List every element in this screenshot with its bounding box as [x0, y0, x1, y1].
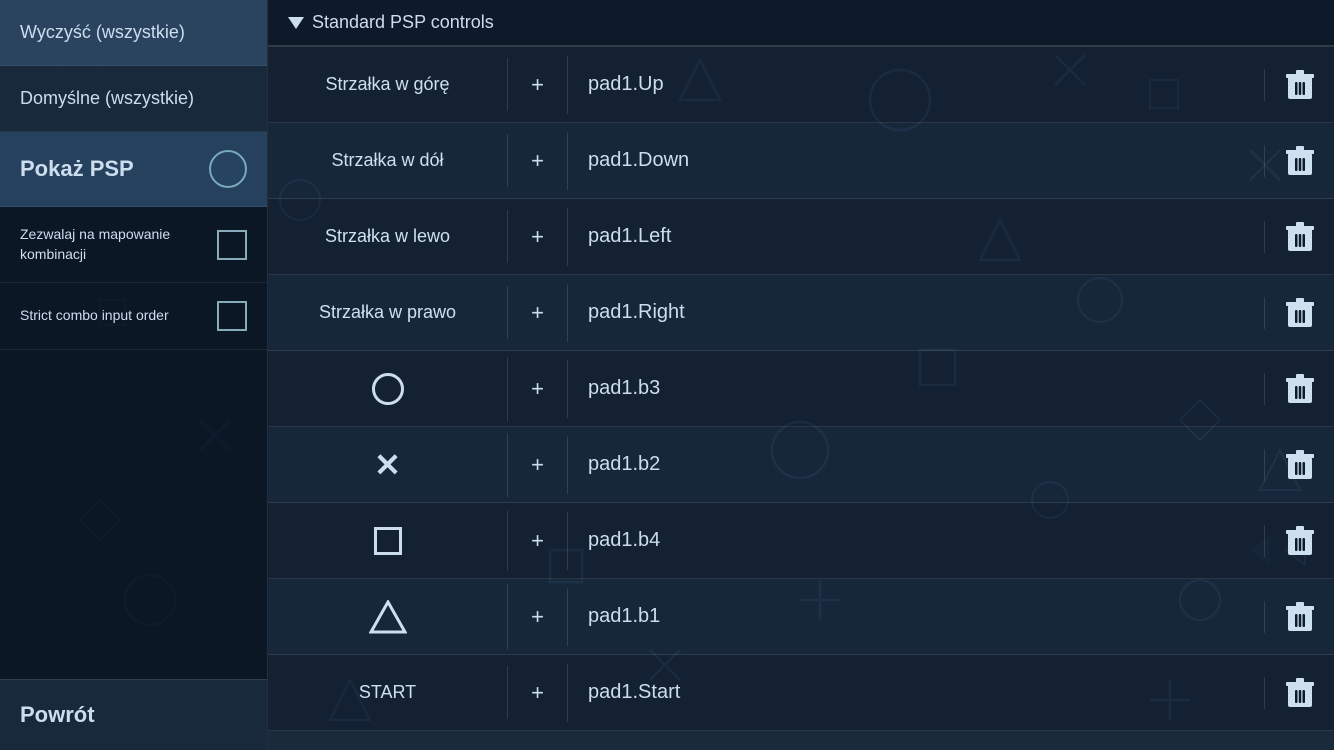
mapping-value: pad1.Down — [568, 133, 1264, 188]
key-label: Strzałka w prawo — [319, 302, 456, 323]
triangle-symbol — [369, 600, 407, 634]
mapping-row: ✕ + pad1.b2 — [268, 427, 1334, 503]
mapping-key[interactable]: Strzałka w dół — [268, 134, 508, 187]
show-psp-button[interactable]: Pokaż PSP — [0, 132, 267, 207]
delete-mapping-button[interactable] — [1264, 69, 1334, 101]
trash-icon — [1286, 601, 1314, 633]
mapping-value: pad1.Left — [568, 209, 1264, 264]
mapping-plus: + — [508, 588, 568, 646]
clear-all-button[interactable]: Wyczyść (wszystkie) — [0, 0, 267, 66]
trash-icon — [1286, 677, 1314, 709]
trash-icon — [1286, 69, 1314, 101]
strict-combo-label: Strict combo input order — [20, 306, 169, 326]
mapping-value: pad1.Right — [568, 285, 1264, 340]
allow-combo-label: Zezwalaj na mapowanie kombinacji — [20, 225, 217, 264]
mapping-value: pad1.Up — [568, 57, 1264, 112]
trash-icon — [1286, 373, 1314, 405]
mapping-key[interactable]: ✕ — [268, 433, 508, 497]
trash-icon — [1286, 145, 1314, 177]
mapping-key[interactable]: Strzałka w górę — [268, 58, 508, 111]
circle-symbol — [372, 373, 404, 405]
delete-mapping-button[interactable] — [1264, 677, 1334, 709]
mapping-plus: + — [508, 132, 568, 190]
mapping-row: Strzałka w dół + pad1.Down — [268, 123, 1334, 199]
mapping-plus: + — [508, 284, 568, 342]
mapping-plus: + — [508, 436, 568, 494]
trash-icon — [1286, 297, 1314, 329]
strict-combo-checkbox[interactable] — [217, 301, 247, 331]
mapping-key[interactable]: START — [268, 666, 508, 719]
mapping-value: pad1.b3 — [568, 361, 1264, 416]
mapping-key[interactable] — [268, 584, 508, 650]
delete-mapping-button[interactable] — [1264, 449, 1334, 481]
mapping-row: + pad1.b3 — [268, 351, 1334, 427]
mapping-value: pad1.b1 — [568, 589, 1264, 644]
mapping-row: + pad1.b1 — [268, 579, 1334, 655]
mapping-plus: + — [508, 360, 568, 418]
delete-mapping-button[interactable] — [1264, 145, 1334, 177]
trash-icon — [1286, 449, 1314, 481]
square-symbol — [374, 527, 402, 555]
delete-mapping-button[interactable] — [1264, 373, 1334, 405]
mapping-key[interactable] — [268, 357, 508, 421]
mappings-list: Strzałka w górę + pad1.Up Strzałka w dół… — [268, 47, 1334, 750]
key-label: Strzałka w górę — [325, 74, 449, 95]
mapping-value: pad1.b4 — [568, 513, 1264, 568]
mapping-key[interactable]: Strzałka w prawo — [268, 286, 508, 339]
key-label: Strzałka w dół — [331, 150, 443, 171]
mapping-row: START + pad1.Start — [268, 655, 1334, 731]
defaults-all-button[interactable]: Domyślne (wszystkie) — [0, 66, 267, 132]
sidebar: Wyczyść (wszystkie) Domyślne (wszystkie)… — [0, 0, 268, 750]
delete-mapping-button[interactable] — [1264, 221, 1334, 253]
mapping-row: Strzałka w górę + pad1.Up — [268, 47, 1334, 123]
mapping-value: pad1.Start — [568, 665, 1264, 720]
strict-combo-option[interactable]: Strict combo input order — [0, 283, 267, 350]
mapping-plus: + — [508, 664, 568, 722]
allow-combo-option[interactable]: Zezwalaj na mapowanie kombinacji — [0, 207, 267, 283]
mapping-value: pad1.b2 — [568, 437, 1264, 492]
delete-mapping-button[interactable] — [1264, 601, 1334, 633]
main-content: Standard PSP controls Strzałka w górę + … — [268, 0, 1334, 750]
key-label: START — [359, 682, 416, 703]
mapping-key[interactable] — [268, 511, 508, 571]
back-button[interactable]: Powrót — [0, 679, 267, 750]
collapse-icon[interactable] — [288, 17, 304, 29]
mapping-plus: + — [508, 208, 568, 266]
delete-mapping-button[interactable] — [1264, 525, 1334, 557]
mapping-row: Strzałka w prawo + pad1.Right — [268, 275, 1334, 351]
mapping-row: Strzałka w lewo + pad1.Left — [268, 199, 1334, 275]
mapping-plus: + — [508, 56, 568, 114]
mapping-key[interactable]: Strzałka w lewo — [268, 210, 508, 263]
trash-icon — [1286, 221, 1314, 253]
show-psp-label: Pokaż PSP — [20, 156, 134, 182]
mapping-plus: + — [508, 512, 568, 570]
section-title: Standard PSP controls — [312, 12, 494, 33]
allow-combo-checkbox[interactable] — [217, 230, 247, 260]
trash-icon — [1286, 525, 1314, 557]
mapping-row: + pad1.b4 — [268, 503, 1334, 579]
cross-symbol: ✕ — [374, 449, 401, 481]
section-header: Standard PSP controls — [268, 0, 1334, 47]
key-label: Strzałka w lewo — [325, 226, 450, 247]
delete-mapping-button[interactable] — [1264, 297, 1334, 329]
